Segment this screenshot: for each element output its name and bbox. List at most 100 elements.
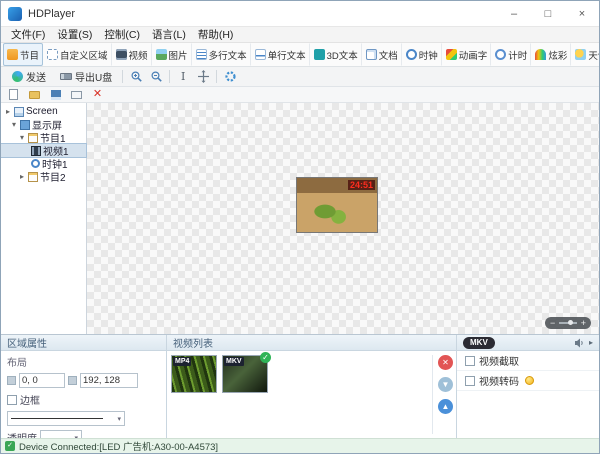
tab-animated-text[interactable]: 动画字 (442, 43, 492, 66)
zoom-in-button[interactable]: + (581, 317, 586, 329)
tab-custom-area[interactable]: 自定义区域 (43, 43, 112, 66)
toolbar-separator (216, 70, 217, 83)
titlebar: HDPlayer – □ × (1, 1, 599, 27)
delete-icon: ✕ (93, 88, 102, 101)
app-logo-icon (8, 7, 22, 21)
clock-icon (406, 49, 417, 60)
border-row: 边框 (7, 392, 160, 407)
move-tool-button[interactable] (193, 67, 213, 86)
size-input[interactable] (80, 373, 138, 388)
speaker-icon[interactable] (573, 337, 585, 349)
program-tree: ▸ Screen ▾ 显示屏 ▾ 节目1 视频1 时钟1 (1, 103, 87, 334)
tab-label: 文档 (379, 48, 398, 62)
mail-icon (71, 91, 82, 99)
program-toolbar: ✕ (1, 87, 599, 103)
save-button[interactable] (49, 88, 62, 101)
timer-icon (495, 49, 506, 60)
text-cursor-button[interactable]: I (173, 67, 193, 86)
video-crop-checkbox[interactable] (465, 356, 475, 366)
save-icon (51, 90, 61, 100)
tab-video[interactable]: 视频 (112, 43, 152, 66)
image-icon (156, 49, 167, 60)
toolbar-separator (169, 70, 170, 83)
export-usb-label: 导出U盘 (75, 69, 112, 84)
selected-check-icon: ✓ (260, 352, 271, 363)
video-item-mkv[interactable]: MKV ✓ (222, 355, 268, 393)
delete-program-button[interactable]: ✕ (91, 88, 104, 101)
zoom-out-button[interactable] (146, 67, 166, 86)
export-usb-button[interactable]: 导出U盘 (53, 67, 119, 86)
tree-item-program2[interactable]: ▸ 节目2 (1, 170, 86, 183)
send-label: 发送 (26, 69, 46, 84)
video-list-body: MP4 MKV ✓ ✕ ▼ ▲ (167, 351, 456, 438)
video-region-preview[interactable]: 24:51 (296, 177, 378, 233)
tab-image[interactable]: 图片 (152, 43, 192, 66)
menu-help[interactable]: 帮助(H) (192, 27, 240, 42)
zoom-out-icon (150, 70, 163, 83)
menu-control[interactable]: 控制(C) (98, 27, 146, 42)
send-program-button[interactable] (70, 88, 83, 101)
open-button[interactable] (28, 88, 41, 101)
program-icon (7, 49, 18, 60)
border-label: 边框 (20, 392, 40, 407)
tab-label: 单行文本 (268, 48, 306, 62)
border-style-select[interactable]: ▾ (7, 411, 125, 426)
tab-label: 炫彩 (548, 48, 567, 62)
video-list-panel: 视频列表 MP4 MKV ✓ ✕ ▼ ▲ (167, 335, 457, 438)
tab-clock[interactable]: 时钟 (402, 43, 442, 66)
region-properties-panel: 区域属性 布局 边框 ▾ (1, 335, 167, 438)
collapse-chevron-icon[interactable]: ▸ (589, 338, 593, 347)
zoom-out-button[interactable]: − (550, 317, 555, 329)
zoom-slider[interactable] (559, 322, 576, 324)
move-up-button[interactable]: ▲ (438, 399, 453, 414)
zoom-in-icon (130, 70, 143, 83)
tab-colorful[interactable]: 炫彩 (531, 43, 571, 66)
video-transcode-row: 视频转码 (457, 371, 599, 391)
tab-weather[interactable]: 天气 (571, 43, 599, 66)
border-checkbox[interactable] (7, 395, 17, 405)
close-button[interactable]: × (565, 1, 599, 27)
position-input[interactable] (19, 373, 65, 388)
dropdown-arrow-icon: ▾ (117, 415, 121, 423)
menu-file[interactable]: 文件(F) (5, 27, 51, 42)
tab-document[interactable]: 文档 (362, 43, 402, 66)
usb-icon (60, 73, 72, 80)
move-down-button[interactable]: ▼ (438, 377, 453, 392)
menu-settings[interactable]: 设置(S) (51, 27, 98, 42)
tab-multiline-text[interactable]: 多行文本 (192, 43, 251, 66)
video-item-mp4[interactable]: MP4 (171, 355, 217, 393)
weather-icon (575, 49, 586, 60)
move-icon (197, 70, 210, 83)
maximize-button[interactable]: □ (531, 1, 565, 27)
action-toolbar: 发送 导出U盘 I (1, 67, 599, 87)
tab-timer[interactable]: 计时 (491, 43, 531, 66)
delete-video-button[interactable]: ✕ (438, 355, 453, 370)
region-properties-header: 区域属性 (1, 335, 166, 351)
format-badge: MKV (224, 357, 244, 366)
expander-icon[interactable]: ▸ (18, 172, 26, 181)
tab-program[interactable]: 节目 (3, 43, 43, 66)
zoom-in-button[interactable] (126, 67, 146, 86)
tab-label: 时钟 (419, 48, 438, 62)
file-properties-panel: MKV ▸ 视频截取 视频转码 (457, 335, 599, 438)
expander-icon[interactable]: ▾ (18, 133, 26, 142)
multiline-text-icon (196, 49, 207, 60)
tab-3d-text[interactable]: 3D文本 (310, 43, 362, 66)
video-icon (116, 49, 127, 60)
zoom-control: − + (545, 317, 591, 329)
send-button[interactable]: 发送 (5, 67, 53, 86)
tab-singleline-text[interactable]: 单行文本 (251, 43, 310, 66)
region-properties-body: 布局 边框 ▾ 透明度 (1, 351, 166, 438)
panel-title: 视频列表 (173, 335, 213, 350)
minimize-button[interactable]: – (497, 1, 531, 27)
panel-title: 区域属性 (7, 335, 47, 350)
folder-icon (29, 91, 40, 99)
expander-icon[interactable]: ▸ (4, 107, 12, 116)
expander-icon[interactable]: ▾ (10, 120, 18, 129)
video-transcode-checkbox[interactable] (465, 376, 475, 386)
new-program-button[interactable] (7, 88, 20, 101)
video-list-header: 视频列表 (167, 335, 456, 351)
program-item-icon (28, 172, 38, 182)
settings-button[interactable] (220, 67, 240, 86)
menu-language[interactable]: 语言(L) (146, 27, 192, 42)
